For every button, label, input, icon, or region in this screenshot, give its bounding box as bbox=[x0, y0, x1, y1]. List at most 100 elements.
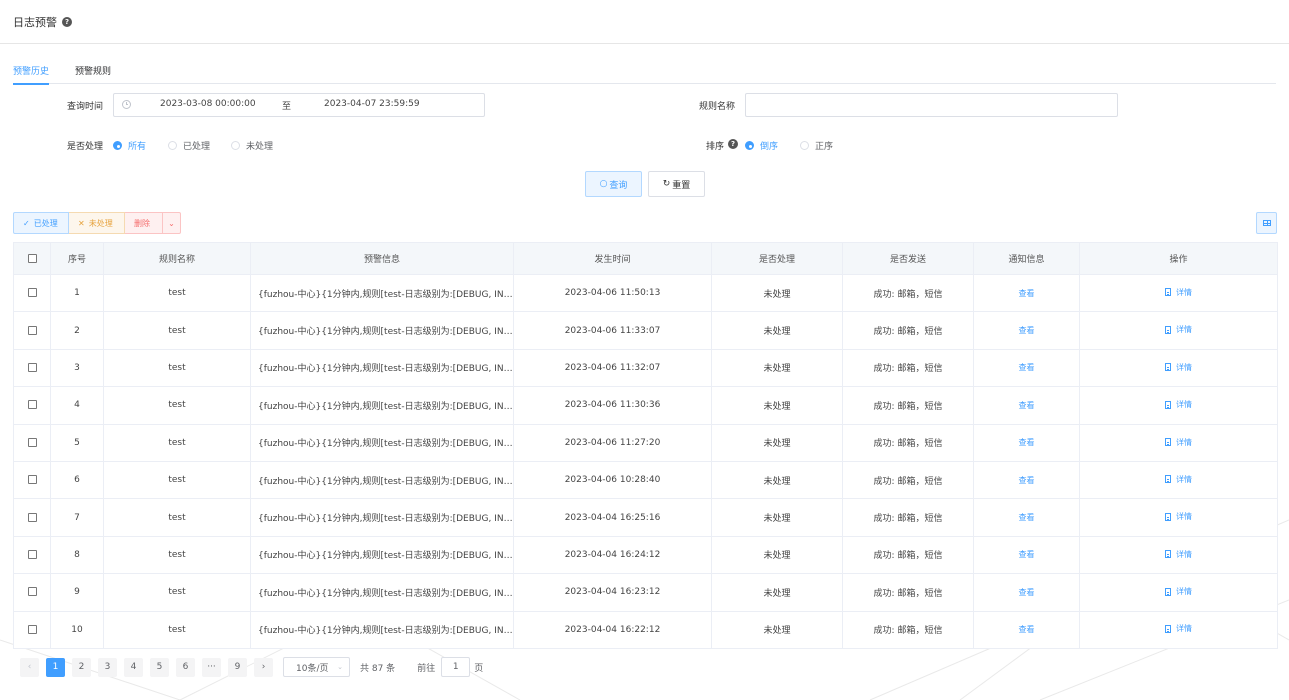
row-select-cell bbox=[13, 573, 51, 612]
detail-link[interactable]: 详情 bbox=[1165, 511, 1192, 522]
radio-sort-desc[interactable]: 倒序 bbox=[745, 139, 778, 152]
row-checkbox[interactable] bbox=[27, 362, 37, 372]
select-all-checkbox[interactable] bbox=[27, 253, 37, 263]
document-icon bbox=[1165, 624, 1171, 633]
question-circle-icon[interactable]: ? bbox=[728, 139, 738, 149]
column-header[interactable]: 发生时间 bbox=[513, 242, 712, 275]
occur-time: 2023-04-06 11:30:36 bbox=[513, 386, 712, 425]
rule-name-input[interactable] bbox=[745, 93, 1118, 117]
table-row[interactable]: 9 test {fuzhou-中心}{1分钟内,规则[test-日志级别为:[DEB… bbox=[13, 573, 1278, 612]
detail-link[interactable]: 详情 bbox=[1165, 399, 1192, 410]
column-header[interactable]: 序号 bbox=[50, 242, 104, 275]
radio-all-label: 所有 bbox=[128, 142, 147, 152]
row-checkbox[interactable] bbox=[27, 437, 37, 447]
view-notice-link[interactable]: 查看 bbox=[1019, 401, 1035, 410]
alert-info: {fuzhou-中心}{1分钟内,规则[test-日志级别为:[DEBUG, I… bbox=[250, 460, 514, 500]
row-checkbox[interactable] bbox=[27, 475, 37, 485]
page-size-value: 10条/页 bbox=[296, 663, 329, 674]
page-button[interactable]: 2 bbox=[72, 657, 91, 677]
detail-link[interactable]: 详情 bbox=[1165, 549, 1192, 560]
row-checkbox[interactable] bbox=[27, 325, 37, 335]
send-status: 成功: 邮箱，短信 bbox=[842, 386, 974, 425]
reset-button[interactable]: ↻ 重置 bbox=[648, 171, 705, 197]
page-button[interactable]: 9 bbox=[228, 657, 247, 677]
row-checkbox[interactable] bbox=[27, 400, 37, 410]
row-select-cell bbox=[13, 273, 51, 313]
more-pages-button[interactable]: ··· bbox=[202, 657, 221, 677]
page-button[interactable]: 3 bbox=[98, 657, 117, 677]
detail-link[interactable]: 详情 bbox=[1165, 437, 1192, 448]
action-cell: 详情 bbox=[1079, 498, 1278, 537]
table-row[interactable]: 5 test {fuzhou-中心}{1分钟内,规则[test-日志级别为:[DEB… bbox=[13, 423, 1278, 462]
detail-link[interactable]: 详情 bbox=[1165, 287, 1192, 298]
radio-sort-asc[interactable]: 正序 bbox=[800, 139, 833, 152]
row-checkbox[interactable] bbox=[27, 549, 37, 559]
rule-name: test bbox=[103, 460, 251, 500]
radio-processed[interactable]: 已处理 bbox=[168, 139, 210, 152]
prev-page-button[interactable]: ‹ bbox=[20, 657, 39, 677]
row-checkbox[interactable] bbox=[27, 587, 37, 597]
query-button[interactable]: ○ 查询 bbox=[585, 171, 642, 197]
date-range-picker[interactable]: 2023-03-08 00:00:00 至 2023-04-07 23:59:5… bbox=[113, 93, 485, 117]
detail-link[interactable]: 详情 bbox=[1165, 623, 1192, 634]
view-notice-link[interactable]: 查看 bbox=[1019, 289, 1035, 298]
notice-cell: 查看 bbox=[973, 498, 1080, 537]
detail-link[interactable]: 详情 bbox=[1165, 362, 1192, 373]
page-button[interactable]: 1 bbox=[46, 657, 65, 677]
table-row[interactable]: 4 test {fuzhou-中心}{1分钟内,规则[test-日志级别为:[DEB… bbox=[13, 386, 1278, 425]
page-button[interactable]: 6 bbox=[176, 657, 195, 677]
column-header[interactable]: 操作 bbox=[1079, 242, 1278, 275]
document-icon bbox=[1165, 438, 1171, 446]
column-header[interactable]: 规则名称 bbox=[103, 242, 251, 275]
radio-all[interactable]: 所有 bbox=[113, 139, 146, 152]
batch-unprocessed-button[interactable]: ✕ 未处理 bbox=[69, 212, 125, 234]
table-row[interactable]: 8 test {fuzhou-中心}{1分钟内,规则[test-日志级别为:[DEB… bbox=[13, 535, 1278, 575]
batch-more-dropdown[interactable]: ⌄ bbox=[163, 212, 181, 234]
table-row[interactable]: 1 test {fuzhou-中心}{1分钟内,规则[test-日志级别为:[DEB… bbox=[13, 273, 1278, 313]
view-notice-link[interactable]: 查看 bbox=[1019, 550, 1035, 559]
row-checkbox[interactable] bbox=[27, 624, 37, 634]
detail-link[interactable]: 详情 bbox=[1165, 586, 1192, 597]
next-page-button[interactable]: › bbox=[254, 657, 273, 677]
view-notice-link[interactable]: 查看 bbox=[1019, 513, 1035, 522]
view-notice-link[interactable]: 查看 bbox=[1019, 476, 1035, 485]
column-header[interactable]: 预警信息 bbox=[250, 242, 514, 275]
view-notice-link[interactable]: 查看 bbox=[1019, 326, 1035, 335]
detail-label: 详情 bbox=[1176, 287, 1192, 297]
date-start[interactable]: 2023-03-08 00:00:00 bbox=[160, 99, 256, 109]
tab-alert-rules[interactable]: 预警规则 bbox=[75, 58, 111, 84]
page-button[interactable]: 4 bbox=[124, 657, 143, 677]
row-number: 1 bbox=[50, 273, 104, 313]
view-notice-link[interactable]: 查看 bbox=[1019, 625, 1035, 634]
table-row[interactable]: 10 test {fuzhou-中心}{1分钟内,规则[test-日志级别为:[DE… bbox=[13, 610, 1278, 649]
table-row[interactable]: 3 test {fuzhou-中心}{1分钟内,规则[test-日志级别为:[DEB… bbox=[13, 348, 1278, 388]
view-notice-link[interactable]: 查看 bbox=[1019, 588, 1035, 597]
detail-link[interactable]: 详情 bbox=[1165, 474, 1192, 485]
table-row[interactable]: 7 test {fuzhou-中心}{1分钟内,规则[test-日志级别为:[DEB… bbox=[13, 498, 1278, 537]
row-checkbox[interactable] bbox=[27, 288, 37, 298]
page-size-select[interactable]: 10条/页 ⌄ bbox=[283, 657, 350, 677]
send-status: 成功: 邮箱，短信 bbox=[842, 573, 974, 612]
batch-processed-button[interactable]: ✓ 已处理 bbox=[13, 212, 69, 234]
row-checkbox[interactable] bbox=[27, 512, 37, 522]
view-notice-link[interactable]: 查看 bbox=[1019, 363, 1035, 372]
radio-processed-label: 已处理 bbox=[183, 142, 211, 152]
page-button[interactable]: 5 bbox=[150, 657, 169, 677]
column-header[interactable]: 通知信息 bbox=[973, 242, 1080, 275]
table-row[interactable]: 6 test {fuzhou-中心}{1分钟内,规则[test-日志级别为:[DEB… bbox=[13, 460, 1278, 500]
view-notice-link[interactable]: 查看 bbox=[1019, 438, 1035, 447]
send-status: 成功: 邮箱，短信 bbox=[842, 498, 974, 537]
column-header[interactable]: 是否处理 bbox=[711, 242, 843, 275]
column-header[interactable]: 是否发送 bbox=[842, 242, 974, 275]
radio-unprocessed[interactable]: 未处理 bbox=[231, 139, 273, 152]
goto-page-input[interactable] bbox=[441, 657, 471, 677]
send-status: 成功: 邮箱，短信 bbox=[842, 348, 974, 388]
detail-link[interactable]: 详情 bbox=[1165, 324, 1192, 335]
tab-alert-history[interactable]: 预警历史 bbox=[13, 58, 50, 85]
batch-delete-button[interactable]: 删除 bbox=[125, 212, 163, 234]
table-row[interactable]: 2 test {fuzhou-中心}{1分钟内,规则[test-日志级别为:[DEB… bbox=[13, 311, 1278, 350]
question-circle-icon[interactable]: ? bbox=[62, 16, 72, 27]
date-end[interactable]: 2023-04-07 23:59:59 bbox=[324, 99, 420, 109]
batch-action-group: ✓ 已处理 ✕ 未处理 删除 ⌄ bbox=[13, 212, 181, 234]
column-settings-button[interactable] bbox=[1256, 212, 1277, 234]
